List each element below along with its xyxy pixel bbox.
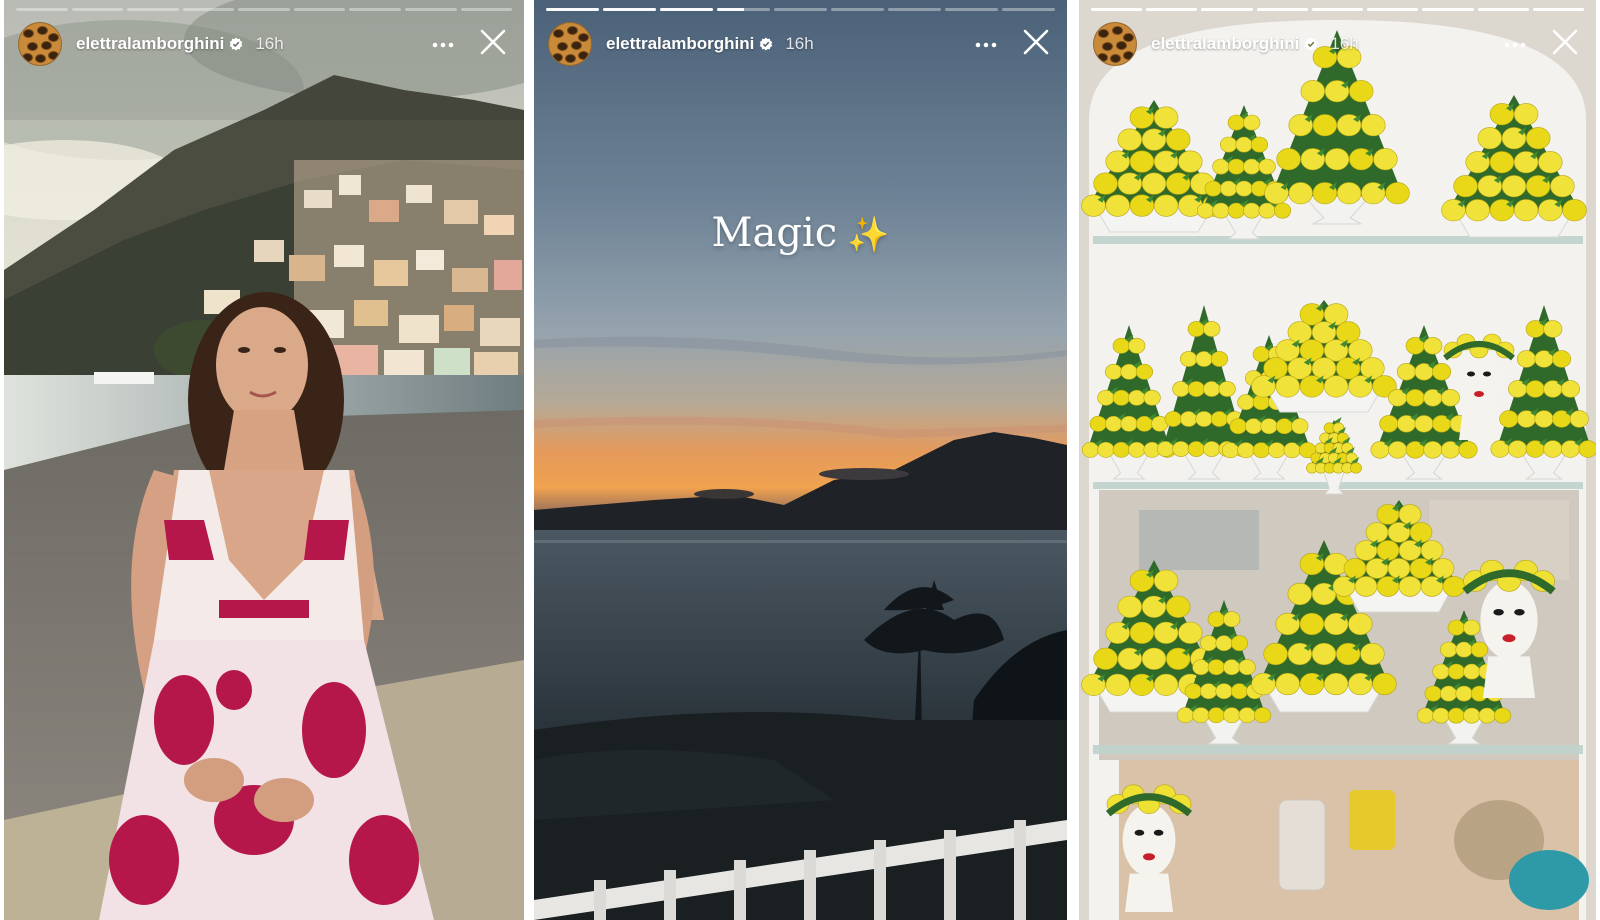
username-label[interactable]: elettralamborghini	[1151, 34, 1299, 54]
caption-text: Magic	[711, 210, 838, 256]
progress-segment	[888, 8, 941, 11]
progress-segment	[1422, 8, 1474, 11]
close-story-button[interactable]	[476, 27, 510, 61]
close-icon	[1023, 29, 1049, 60]
progress-segment	[404, 8, 457, 11]
progress-segment	[660, 8, 713, 11]
progress-segment	[1367, 8, 1419, 11]
profile-avatar[interactable]	[1093, 22, 1137, 66]
post-time: 16h	[785, 34, 814, 53]
story-header: elettralamborghini 16h	[1093, 20, 1582, 68]
story-progress-bar	[546, 8, 1055, 11]
more-options-button[interactable]	[969, 27, 1003, 61]
story-photo-lemon-ceramics	[1079, 0, 1596, 920]
progress-segment	[460, 8, 513, 11]
progress-segment	[293, 8, 346, 11]
verified-badge-icon	[1304, 37, 1318, 51]
progress-segment	[546, 8, 599, 11]
progress-segment	[717, 8, 770, 11]
story-header: elettralamborghini 16h	[18, 20, 510, 68]
username-label[interactable]: elettralamborghini	[76, 34, 224, 54]
progress-segment	[71, 8, 124, 11]
story-panel-positano[interactable]: elettralamborghini 16h	[4, 0, 524, 920]
verified-badge-icon	[759, 37, 773, 51]
more-horizontal-icon	[432, 35, 454, 53]
story-photo-positano	[4, 0, 524, 920]
more-horizontal-icon	[975, 35, 997, 53]
progress-segment	[1201, 8, 1253, 11]
close-story-button[interactable]	[1019, 27, 1053, 61]
close-icon	[1552, 29, 1578, 60]
profile-avatar[interactable]	[18, 22, 62, 66]
progress-segment	[349, 8, 401, 11]
progress-segment	[127, 8, 179, 11]
progress-segment	[1532, 8, 1584, 11]
close-story-button[interactable]	[1548, 27, 1582, 61]
story-progress-bar	[16, 8, 513, 11]
progress-segment	[1002, 8, 1055, 11]
sparkles-emoji: ✨	[847, 215, 890, 255]
post-time: 16h	[1330, 34, 1359, 53]
progress-segment	[182, 8, 235, 11]
progress-segment	[603, 8, 656, 11]
progress-segment	[831, 8, 884, 11]
progress-segment	[16, 8, 68, 11]
more-options-button[interactable]	[426, 27, 460, 61]
story-photo-sunset	[534, 0, 1067, 920]
progress-segment	[1256, 8, 1308, 11]
story-panel-lemon-ceramics[interactable]: elettralamborghini 16h	[1079, 0, 1596, 920]
progress-segment	[1477, 8, 1529, 11]
progress-segment	[945, 8, 998, 11]
story-panel-sunset[interactable]: elettralamborghini 16h Magic ✨	[534, 0, 1067, 920]
story-progress-bar	[1091, 8, 1584, 11]
progress-segment	[1146, 8, 1198, 11]
verified-badge-icon	[229, 37, 243, 51]
progress-segment	[1311, 8, 1364, 11]
story-header: elettralamborghini 16h	[548, 20, 1053, 68]
more-horizontal-icon	[1504, 35, 1526, 53]
progress-segment	[238, 8, 290, 11]
progress-segment	[1091, 8, 1143, 11]
username-label[interactable]: elettralamborghini	[606, 34, 754, 54]
post-time: 16h	[255, 34, 284, 53]
more-options-button[interactable]	[1498, 27, 1532, 61]
story-text-caption: Magic ✨	[534, 210, 1067, 256]
progress-segment	[774, 8, 827, 11]
close-icon	[480, 29, 506, 60]
profile-avatar[interactable]	[548, 22, 592, 66]
